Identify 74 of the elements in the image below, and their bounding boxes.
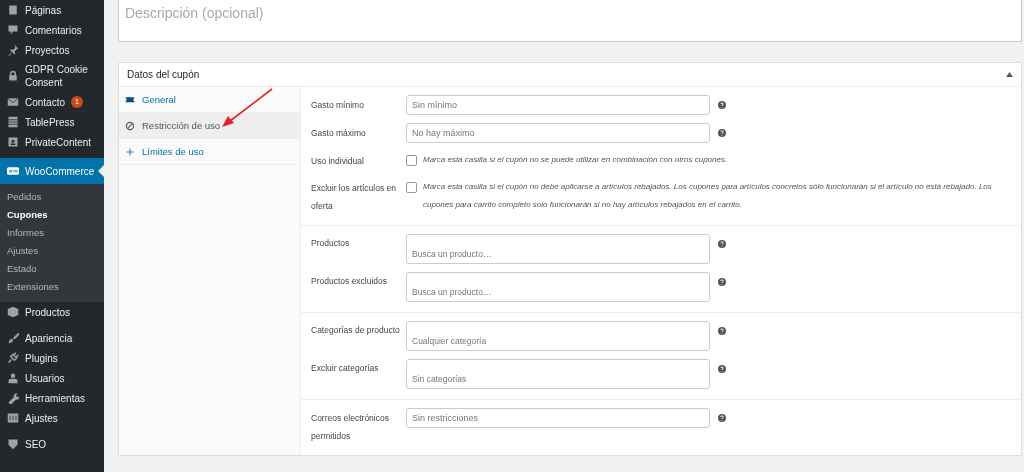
field-label: Correos electrónicos permitidos <box>311 412 390 443</box>
field-label: Productos excluidos <box>311 275 389 288</box>
menu-item[interactable]: TablePress <box>0 112 104 132</box>
id-card-icon <box>7 136 19 148</box>
pin-icon <box>7 44 19 56</box>
help-icon[interactable] <box>718 365 726 373</box>
field-label: Uso individual <box>311 155 365 168</box>
help-icon[interactable] <box>718 101 726 109</box>
panel-tab[interactable]: Restricción de uso <box>119 113 300 139</box>
panel-title: Datos del cupón <box>127 69 200 80</box>
table-icon <box>7 116 19 128</box>
menu-item[interactable]: Herramientas <box>0 388 104 408</box>
panel-tab[interactable]: Límites de uso <box>119 139 300 165</box>
submenu-item[interactable]: Estado <box>0 260 104 278</box>
submenu-item[interactable]: Cupones <box>0 206 104 224</box>
speech-bubble-icon <box>7 24 19 36</box>
menu-item[interactable]: Contacto 1 <box>0 92 104 112</box>
checkbox[interactable] <box>406 155 417 166</box>
help-icon[interactable] <box>718 278 726 286</box>
envelope-icon <box>7 96 19 108</box>
input-field[interactable]: No hay máximo <box>406 123 710 143</box>
menu-item[interactable]: Proyectos <box>0 40 104 60</box>
padlock-icon <box>7 70 19 82</box>
annotation-arrow <box>220 87 274 129</box>
user-icon <box>7 372 19 384</box>
field-label: Excluir categorías <box>311 362 380 375</box>
field-label: Gasto mínimo <box>311 99 365 112</box>
box-icon <box>7 306 19 318</box>
search-field[interactable]: Cualquier categoría <box>406 321 710 351</box>
shield-icon <box>7 438 19 450</box>
field-label: Productos <box>311 237 351 250</box>
submenu-item[interactable]: Informes <box>0 224 104 242</box>
paintbrush-icon <box>7 332 19 344</box>
menu-item[interactable]: SEO <box>0 434 104 454</box>
field-label: Gasto máximo <box>311 127 367 140</box>
help-icon[interactable] <box>718 129 726 137</box>
help-icon[interactable] <box>718 240 726 248</box>
help-icon[interactable] <box>718 327 726 335</box>
checkbox-description: Marca esta casilla si el cupón no se puede utilizar en combinación con otros cupones. <box>423 154 729 166</box>
search-field[interactable]: Sin categorías <box>406 359 710 389</box>
plus-icon <box>125 146 135 157</box>
submenu-item[interactable]: Ajustes <box>0 242 104 260</box>
ticket-icon <box>125 94 135 105</box>
submenu-item[interactable]: Extensiones <box>0 278 104 296</box>
plug-icon <box>7 352 19 364</box>
woo-logo-icon <box>7 165 19 177</box>
wrench-icon <box>7 392 19 404</box>
notification-count: 1 <box>71 96 84 108</box>
page-icon <box>7 4 19 16</box>
submenu-item[interactable]: Pedidos <box>0 188 104 206</box>
menu-item[interactable]: WooCommerce <box>0 158 104 184</box>
settings-icon <box>7 412 19 424</box>
menu-item[interactable]: GDPR Cookie Consent <box>0 60 104 92</box>
description-field[interactable]: Descripción (opcional) <box>118 0 1022 42</box>
menu-item[interactable]: Ajustes <box>0 408 104 428</box>
input-field[interactable]: Sin mínimo <box>406 95 710 115</box>
checkbox[interactable] <box>406 182 417 193</box>
menu-item[interactable]: Apariencia <box>0 328 104 348</box>
menu-item[interactable]: Plugins <box>0 348 104 368</box>
block-icon <box>125 120 135 131</box>
menu-item[interactable]: Productos <box>0 302 104 322</box>
help-icon[interactable] <box>718 414 726 422</box>
search-field[interactable]: Busca un producto… <box>406 234 710 264</box>
collapse-toggle-icon[interactable] <box>1006 72 1013 77</box>
menu-item[interactable]: Páginas <box>0 0 104 20</box>
current-pointer-icon <box>98 165 104 177</box>
search-field[interactable]: Busca un producto… <box>406 272 710 302</box>
menu-item[interactable]: Usuarios <box>0 368 104 388</box>
field-label: Excluir los artículos en oferta <box>311 182 398 213</box>
menu-item[interactable]: PrivateContent <box>0 132 104 152</box>
checkbox-description: Marca esta casilla si el cupón no debe aplicarse a artículos rebajados. Los cupones para artículos concretos sólo funcionarán si el artículo no está rebajado. Los cupones para carrito completo solo funcionarán si no hay artículos rebajados en el carrito. <box>423 181 993 211</box>
field-label: Categorías de producto <box>311 324 401 337</box>
input-field[interactable]: Sin restricciones <box>406 408 710 428</box>
menu-item[interactable]: Comentarios <box>0 20 104 40</box>
